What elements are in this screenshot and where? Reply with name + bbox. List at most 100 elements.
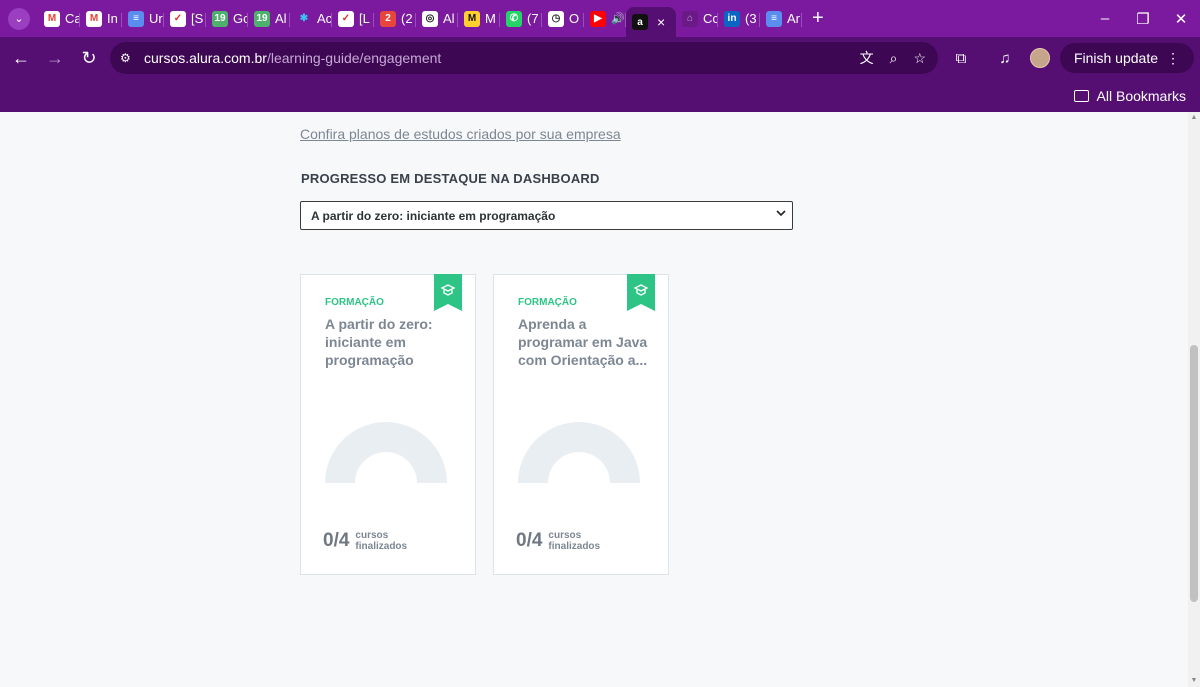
card-title[interactable]: A partir do zero: iniciante em programaç… xyxy=(325,315,455,369)
restore-icon[interactable]: ❐ xyxy=(1124,10,1162,28)
card-kind-label: FORMAÇÃO xyxy=(518,297,577,308)
tab-title: [L xyxy=(359,11,370,26)
course-card[interactable]: FORMAÇÃO A partir do zero: iniciante em … xyxy=(300,274,476,575)
meet-icon: 19 xyxy=(254,10,270,27)
whatsapp-icon: ✆ xyxy=(506,10,522,27)
tab-title: Ar xyxy=(787,11,800,26)
docs-icon: ≡ xyxy=(128,10,144,27)
completed-label: cursos finalizados xyxy=(355,530,407,552)
scroll-down-icon[interactable]: ▼ xyxy=(1190,677,1198,685)
formation-badge-icon xyxy=(627,274,655,311)
linkedin-icon: in xyxy=(724,10,740,27)
tab-title: In xyxy=(107,11,118,26)
scroll-up-icon[interactable]: ▲ xyxy=(1190,114,1198,122)
browser-tab[interactable]: 19 Gc xyxy=(206,4,248,34)
dashboard-progress-select[interactable]: A partir do zero: iniciante em programaç… xyxy=(300,201,793,230)
calendar-icon: ✓ xyxy=(170,10,186,27)
completed-label: cursos finalizados xyxy=(548,530,600,552)
browser-toolbar: ← → ↻ ⚙ cursos.alura.com.br/learning-gui… xyxy=(0,37,1200,79)
close-window-icon[interactable]: ✕ xyxy=(1162,10,1200,28)
browser-tab[interactable]: in (3 xyxy=(718,4,760,34)
course-card[interactable]: FORMAÇÃO Aprenda a programar em Java com… xyxy=(493,274,669,575)
notification-icon: 2 xyxy=(380,10,396,27)
zoom-icon[interactable]: ⌕ xyxy=(890,50,898,67)
extensions-icon[interactable]: ⧉ xyxy=(944,50,978,67)
card-title[interactable]: Aprenda a programar em Java com Orientaç… xyxy=(518,315,648,369)
browser-tab[interactable]: ✆ (7 xyxy=(500,4,542,34)
url-domain: cursos.alura.com.br xyxy=(144,50,267,66)
new-tab-button[interactable]: + xyxy=(812,7,824,30)
progress-gauge xyxy=(325,422,447,483)
tab-title: M xyxy=(485,11,496,26)
browser-tab[interactable]: 19 Al xyxy=(248,4,290,34)
site-settings-icon[interactable]: ⚙ xyxy=(120,51,136,65)
chatgpt-icon: ◎ xyxy=(422,10,438,27)
audio-playing-icon[interactable]: 🔊 xyxy=(611,12,625,25)
browser-tab[interactable]: ≡ Ur xyxy=(122,4,164,34)
finish-update-button[interactable]: Finish update ⋮ xyxy=(1059,43,1194,73)
progress-gauge xyxy=(518,422,640,483)
toolbar-right: ⧉ ♫ Finish update ⋮ xyxy=(944,37,1200,79)
window-controls: – ❐ ✕ xyxy=(1086,0,1200,37)
card-progress: 0/4 cursos finalizados xyxy=(323,530,407,552)
card-progress: 0/4 cursos finalizados xyxy=(516,530,600,552)
close-tab-icon[interactable]: × xyxy=(657,14,665,30)
tab-title: Ur xyxy=(149,11,163,26)
youtube-icon: ▶ xyxy=(590,10,606,27)
count-label-line-1: cursos xyxy=(548,530,582,541)
minimize-icon[interactable]: – xyxy=(1086,10,1124,27)
browser-tab[interactable]: ✱ Ac xyxy=(290,4,332,34)
completed-count: 0/4 xyxy=(516,530,543,551)
tab-search-button[interactable]: ⌄ xyxy=(8,7,30,30)
browser-tab[interactable]: ◎ Al xyxy=(416,4,458,34)
browser-tab[interactable]: M Ca xyxy=(38,4,80,34)
tab-title: Al xyxy=(443,11,455,26)
browser-tab[interactable]: ⌂ Cc xyxy=(676,4,718,34)
more-options-icon: ⋮ xyxy=(1166,49,1180,66)
browser-tab[interactable]: ✓ [S xyxy=(164,4,206,34)
back-arrow-icon[interactable]: ← xyxy=(4,48,38,69)
browser-tab[interactable]: 2 (2 xyxy=(374,4,416,34)
scrollbar-thumb[interactable] xyxy=(1190,345,1198,602)
all-bookmarks-button[interactable]: All Bookmarks xyxy=(1097,88,1186,104)
tab-title: Cc xyxy=(703,11,718,26)
browser-tab[interactable]: ▶ 🔊 xyxy=(584,4,626,34)
page-scrollbar[interactable]: ▲ ▼ xyxy=(1188,112,1200,687)
translate-icon[interactable]: 文 xyxy=(860,48,874,68)
url-text[interactable]: cursos.alura.com.br/learning-guide/engag… xyxy=(144,50,441,66)
profile-avatar[interactable] xyxy=(1029,48,1050,68)
tab-title: Ac xyxy=(317,11,332,26)
miro-icon: M xyxy=(464,10,480,27)
slack-icon: ✱ xyxy=(296,10,312,27)
calendar-icon: ✓ xyxy=(338,10,354,27)
tab-title: Ca xyxy=(65,11,80,26)
tab-title: Al xyxy=(275,11,287,26)
browser-tab[interactable]: MM xyxy=(458,4,500,34)
browser-tab[interactable]: a × xyxy=(626,7,676,37)
media-controls-icon[interactable]: ♫ xyxy=(988,50,1022,67)
forward-arrow-icon[interactable]: → xyxy=(38,48,72,69)
browser-tab[interactable]: M In xyxy=(80,4,122,34)
browser-tab[interactable]: ◷ O xyxy=(542,4,584,34)
tab-list: M Ca M In ≡ Ur ✓ [S 19 Gc 19 Al ✱ Ac ✓ [L 2 (2 ◎ Al M M ✆ (7 ◷ O ▶… xyxy=(38,0,802,37)
bookmark-star-icon[interactable]: ☆ xyxy=(913,50,926,67)
company-plans-link[interactable]: Confira planos de estudos criados por su… xyxy=(300,126,621,142)
section-title: PROGRESSO EM DESTAQUE NA DASHBOARD xyxy=(301,171,600,186)
address-bar[interactable]: ⚙ cursos.alura.com.br/learning-guide/eng… xyxy=(110,42,938,74)
browser-tab[interactable]: ≡ Ar xyxy=(760,4,802,34)
reload-icon[interactable]: ↻ xyxy=(72,48,106,69)
alura-icon: a xyxy=(632,14,648,30)
tab-title: (7 xyxy=(527,11,539,26)
bookmarks-bar: All Bookmarks xyxy=(0,79,1200,112)
tab-title: O xyxy=(569,11,580,26)
finish-update-label: Finish update xyxy=(1073,50,1158,66)
completed-count: 0/4 xyxy=(323,530,350,551)
count-label-line-2: finalizados xyxy=(355,541,408,552)
chevron-down-icon: ⌄ xyxy=(14,13,24,25)
chevron-down-icon xyxy=(776,210,786,217)
formation-badge-icon xyxy=(434,274,462,311)
count-label-line-1: cursos xyxy=(355,530,389,541)
omnibox-actions: 文 ⌕ ☆ xyxy=(860,42,926,74)
page-content: Confira planos de estudos criados por su… xyxy=(0,112,1188,687)
browser-tab[interactable]: ✓ [L xyxy=(332,4,374,34)
